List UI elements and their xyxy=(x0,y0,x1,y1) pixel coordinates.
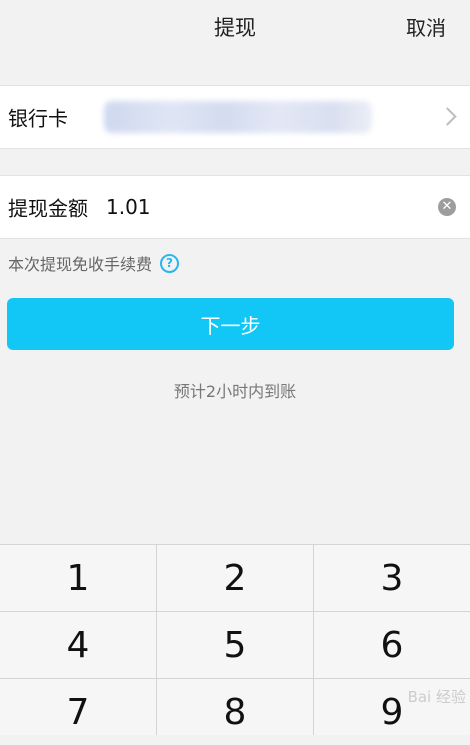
watermark: Bai 经验 xyxy=(407,688,466,706)
fee-note-text: 本次提现免收手续费 xyxy=(8,255,153,274)
bank-card-label: 银行卡 xyxy=(8,106,68,131)
key-4[interactable]: 4 xyxy=(0,612,156,678)
help-icon[interactable]: ? xyxy=(160,253,180,273)
key-3[interactable]: 3 xyxy=(314,545,470,611)
arrival-estimate: 预计2小时内到账 xyxy=(173,382,297,401)
key-8[interactable]: 8 xyxy=(157,679,313,745)
fee-note: 本次提现免收手续费 ? xyxy=(8,251,180,275)
chevron-right-icon xyxy=(438,107,457,126)
key-2[interactable]: 2 xyxy=(157,545,313,611)
page-title: 提现 xyxy=(214,16,256,40)
next-step-button[interactable]: 下一步 xyxy=(7,298,454,350)
amount-row: 提现金额 1.01 ✕ xyxy=(0,175,470,239)
key-6[interactable]: 6 xyxy=(314,612,470,678)
numeric-keypad: 1 2 3 4 5 6 7 8 9 xyxy=(0,544,470,735)
key-1[interactable]: 1 xyxy=(0,545,156,611)
bank-card-row[interactable]: 银行卡 xyxy=(0,85,470,149)
clear-icon[interactable]: ✕ xyxy=(438,198,456,216)
key-7[interactable]: 7 xyxy=(0,679,156,745)
key-5[interactable]: 5 xyxy=(157,612,313,678)
amount-label: 提现金额 xyxy=(8,196,88,221)
cancel-button[interactable]: 取消 xyxy=(406,12,446,41)
amount-input[interactable]: 1.01 xyxy=(106,195,151,219)
bank-card-number-blurred xyxy=(104,101,372,133)
navigation-bar: 提现 取消 xyxy=(0,0,470,56)
